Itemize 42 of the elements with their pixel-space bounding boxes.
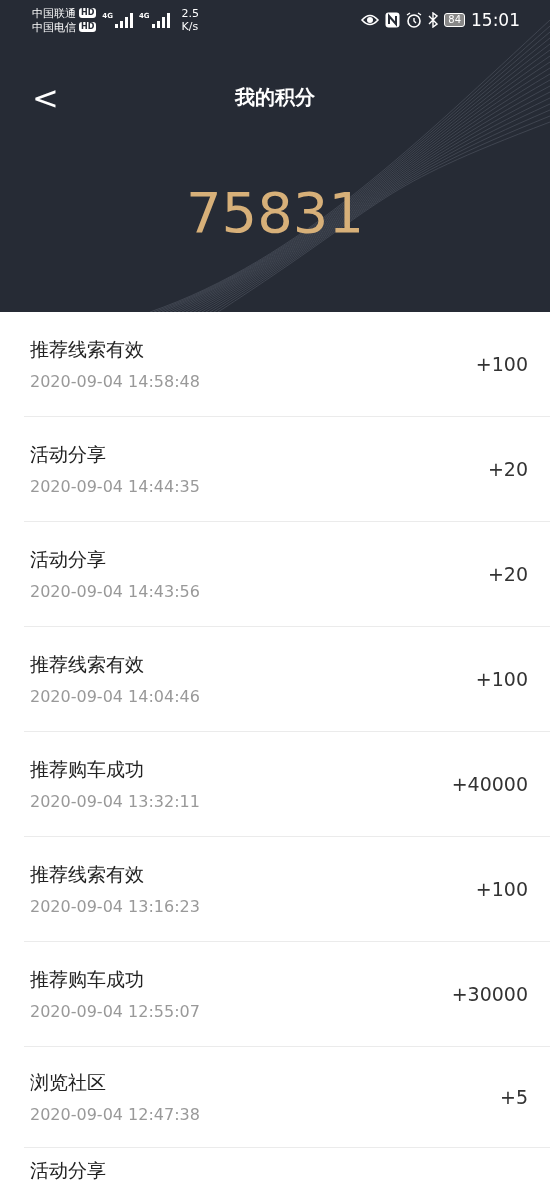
- record-time: 2020-09-04 14:44:35: [30, 477, 201, 496]
- record-title: 推荐线索有效: [30, 862, 145, 887]
- record-title: 推荐线索有效: [30, 652, 145, 677]
- record-time: 2020-09-04 14:04:46: [30, 687, 201, 706]
- alarm-icon: [406, 12, 423, 28]
- points-change: +100: [475, 878, 528, 900]
- record-title: 活动分享: [30, 1158, 107, 1183]
- points-change: +100: [475, 353, 528, 375]
- record-title: 活动分享: [30, 442, 107, 467]
- points-change: +40000: [451, 773, 528, 795]
- points-change: +5: [500, 1086, 528, 1108]
- battery-level: 84: [444, 13, 465, 27]
- record-time: 2020-09-04 14:58:48: [30, 372, 201, 391]
- signal-icon: [112, 12, 135, 28]
- carrier-name: 中国联通: [32, 6, 76, 20]
- record-time: 2020-09-04 13:16:23: [30, 897, 201, 916]
- record-time: 2020-09-04 12:47:38: [30, 1105, 201, 1124]
- network-speed: 2.5: [181, 7, 200, 20]
- hd-badge: HD: [79, 22, 97, 32]
- record-title: 推荐购车成功: [30, 967, 145, 992]
- clock-time: 15:01: [471, 10, 520, 30]
- speed-unit: K/s: [181, 20, 200, 33]
- page-title: 我的积分: [233, 84, 316, 111]
- record-time: 2020-09-04 14:43:56: [30, 582, 201, 601]
- record-time: 2020-09-04 12:55:07: [30, 1002, 201, 1021]
- points-change: +20: [487, 458, 528, 480]
- carrier-name: 中国电信: [32, 20, 76, 34]
- points-change: +100: [475, 668, 528, 690]
- eye-icon: [361, 13, 380, 27]
- nfc-icon: [385, 12, 401, 28]
- bluetooth-icon: [428, 12, 439, 28]
- record-title: 推荐购车成功: [30, 757, 145, 782]
- hd-badge: HD: [79, 8, 97, 18]
- signal-icon: [149, 12, 172, 28]
- record-title: 推荐线索有效: [30, 337, 145, 362]
- points-change: +30000: [451, 983, 528, 1005]
- record-title: 浏览社区: [30, 1070, 107, 1095]
- points-change: +20: [487, 563, 528, 585]
- back-button[interactable]: <: [28, 81, 63, 114]
- record-title: 活动分享: [30, 547, 107, 572]
- points-total: 75831: [184, 183, 366, 243]
- record-time: 2020-09-04 13:32:11: [30, 792, 201, 811]
